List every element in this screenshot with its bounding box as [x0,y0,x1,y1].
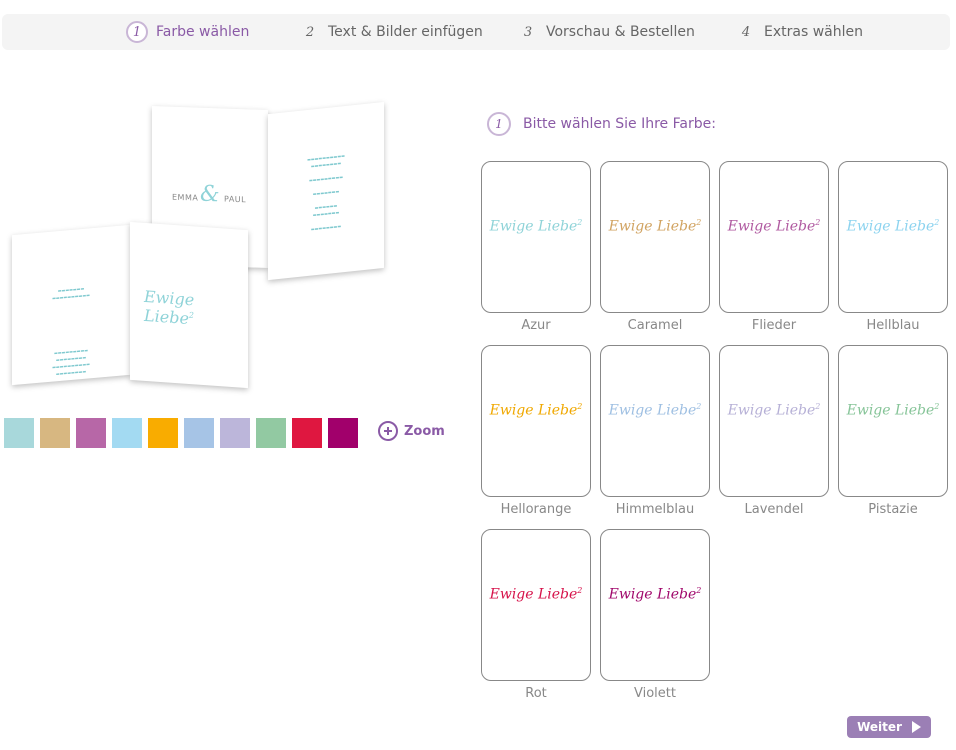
card-inner-right: ▬▬▬▬▬▬▬▬▬▬ ▬▬▬▬▬▬▬▬ ▬▬▬▬▬▬▬▬▬ ▬▬▬▬▬▬▬ ▬▬▬▬▬▬… [268,101,384,281]
color-swatch[interactable] [220,418,250,448]
ewige-liebe-logo: Ewige Liebe2 [608,586,702,603]
color-option-label: Caramel [627,318,683,333]
step-farbe-waehlen[interactable]: 1 Farbe wählen [126,14,249,50]
color-option-azur[interactable]: Ewige Liebe2 [481,161,591,313]
zoom-button[interactable]: Zoom [378,421,445,441]
color-swatch[interactable] [256,418,286,448]
step-extras[interactable]: 4 Extras wählen [736,14,863,50]
color-option-label: Lavendel [744,502,804,517]
color-option-pistazie[interactable]: Ewige Liebe2 [838,345,948,497]
color-swatch[interactable] [4,418,34,448]
color-swatch[interactable] [184,418,214,448]
step-text-bilder[interactable]: 2 Text & Bilder einfügen [300,14,483,50]
color-option-label: Violett [634,686,676,701]
color-swatch[interactable] [328,418,358,448]
color-option-hellblau[interactable]: Ewige Liebe2 [838,161,948,313]
ewige-liebe-logo: Ewige Liebe2 [608,218,702,235]
color-swatch[interactable] [76,418,106,448]
ampersand-ornament: & [200,181,220,208]
ewige-liebe-logo: Ewige Liebe2 [846,402,940,419]
ewige-liebe-logo: Ewige Liebe2 [489,586,583,603]
color-option-label: Hellorange [500,502,572,517]
plus-circle-icon [378,421,398,441]
zoom-label: Zoom [404,423,445,439]
color-option-hellorange[interactable]: Ewige Liebe2 [481,345,591,497]
step-label: Text & Bilder einfügen [328,24,483,40]
color-option-label: Pistazie [868,502,918,517]
card-text-lines: ▬▬▬▬▬▬▬▬▬▬ ▬▬▬▬▬▬▬▬ ▬▬▬▬▬▬▬▬▬ ▬▬▬▬▬▬▬ ▬▬▬▬▬▬… [307,153,345,232]
color-option-caramel[interactable]: Ewige Liebe2 [600,161,710,313]
color-swatch[interactable] [40,418,70,448]
groom-bride-name-left: EMMA [172,192,199,203]
color-option-label: Hellblau [866,318,920,333]
card-front-cover: Ewige Liebe2 [130,221,248,389]
step-number: 4 [741,24,751,40]
step-label: Extras wählen [764,24,863,40]
ewige-liebe-logo: Ewige Liebe2 [489,402,583,419]
card-text-lines: ▬▬▬▬▬▬▬ ▬▬▬▬▬▬▬▬▬▬ [52,285,90,301]
step-vorschau-bestellen[interactable]: 3 Vorschau & Bestellen [518,14,695,50]
color-option-label: Azur [521,318,551,333]
color-option-violett[interactable]: Ewige Liebe2 [600,529,710,681]
step-number: 1 [487,112,511,136]
heading-text: Bitte wählen Sie Ihre Farbe: [523,116,716,132]
card-address-lines: ▬▬▬▬▬▬▬▬▬ ▬▬▬▬▬▬▬▬ ▬▬▬▬▬▬▬▬▬▬ ▬▬▬▬▬▬▬▬ [52,347,90,377]
color-option-rot[interactable]: Ewige Liebe2 [481,529,591,681]
color-option-himmelblau[interactable]: Ewige Liebe2 [600,345,710,497]
card-front-left: ▬▬▬▬▬▬▬ ▬▬▬▬▬▬▬▬▬▬ ▬▬▬▬▬▬▬▬▬ ▬▬▬▬▬▬▬▬ ▬▬▬▬▬… [12,224,130,386]
ewige-liebe-logo: Ewige Liebe2 [608,402,702,419]
card-preview: EMMA & PAUL ▬▬▬▬▬▬▬▬▬▬ ▬▬▬▬▬▬▬▬ ▬▬▬▬▬▬▬▬▬ ▬… [0,100,440,400]
ewige-liebe-logo: Ewige Liebe2 [846,218,940,235]
weiter-button[interactable]: Weiter [847,716,931,738]
color-section-heading: 1 Bitte wählen Sie Ihre Farbe: [487,112,716,136]
ewige-liebe-logo: Ewige Liebe2 [489,218,583,235]
step-label: Vorschau & Bestellen [546,24,695,40]
color-option-label: Rot [525,686,547,701]
step-number: 1 [126,21,148,43]
ewige-liebe-logo: Ewige Liebe2 [144,286,195,328]
step-number: 2 [305,24,315,40]
color-swatch[interactable] [148,418,178,448]
step-label: Farbe wählen [156,24,250,40]
ewige-liebe-logo: Ewige Liebe2 [727,402,821,419]
color-option-flieder[interactable]: Ewige Liebe2 [719,161,829,313]
arrow-right-icon [911,721,921,733]
color-option-label: Himmelblau [615,502,695,517]
weiter-label: Weiter [857,720,902,734]
color-option-lavendel[interactable]: Ewige Liebe2 [719,345,829,497]
color-option-label: Flieder [751,318,797,333]
color-swatch[interactable] [292,418,322,448]
groom-bride-name-right: PAUL [224,194,247,205]
progress-stepper: 1 Farbe wählen 2 Text & Bilder einfügen … [2,14,950,50]
ewige-liebe-logo: Ewige Liebe2 [727,218,821,235]
step-number: 3 [523,24,533,40]
color-swatch[interactable] [112,418,142,448]
